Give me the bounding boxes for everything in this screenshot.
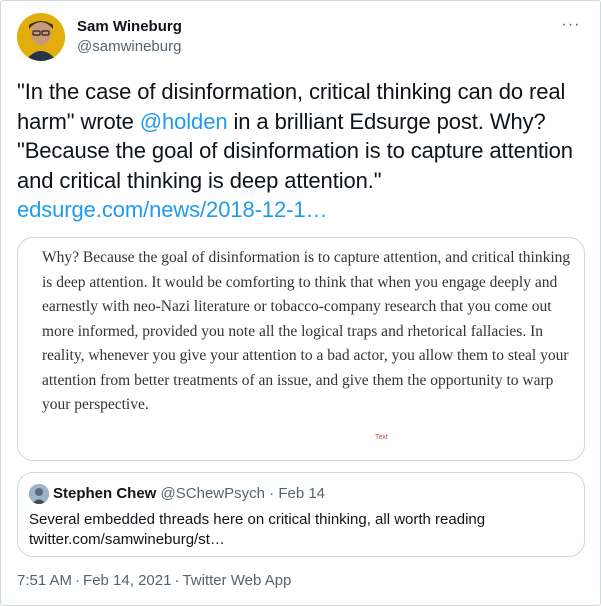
quoted-tweet[interactable]: Stephen Chew @SChewPsych · Feb 14 Severa… bbox=[17, 472, 585, 557]
tweet-card: Sam Wineburg @samwineburg ··· "In the ca… bbox=[0, 0, 601, 606]
author-handle[interactable]: @samwineburg bbox=[77, 37, 182, 57]
quote-body-line-1: Several embedded threads here on critica… bbox=[29, 511, 486, 528]
quote-separator: · bbox=[269, 485, 275, 502]
quote-body: Several embedded threads here on critica… bbox=[29, 510, 569, 550]
quote-header: Stephen Chew @SChewPsych · Feb 14 bbox=[29, 484, 325, 504]
tweet-source[interactable]: Twitter Web App bbox=[182, 572, 291, 589]
quote-author-name: Stephen Chew bbox=[53, 485, 157, 502]
quote-body-line-2: twitter.com/samwineburg/st… bbox=[29, 531, 225, 548]
tweet-header: Sam Wineburg @samwineburg ··· bbox=[17, 13, 585, 63]
tweet-footer: 7:51 AM · Feb 14, 2021 · Twitter Web App bbox=[17, 571, 291, 591]
media-mark: Text bbox=[375, 434, 388, 441]
quote-date: Feb 14 bbox=[278, 485, 326, 502]
quote-avatar bbox=[29, 484, 49, 504]
avatar-photo-icon bbox=[17, 13, 65, 61]
quote-author-handle: @SChewPsych bbox=[160, 485, 265, 502]
author-display-name[interactable]: Sam Wineburg bbox=[77, 17, 182, 37]
author-avatar[interactable] bbox=[17, 13, 65, 61]
more-dots-icon[interactable]: ··· bbox=[559, 15, 583, 35]
footer-separator-2: · bbox=[174, 572, 180, 589]
article-link[interactable]: edsurge.com/news/2018-12-1… bbox=[17, 197, 327, 222]
footer-separator-1: · bbox=[75, 572, 81, 589]
tweet-date[interactable]: Feb 14, 2021 bbox=[83, 572, 171, 589]
tweet-time[interactable]: 7:51 AM bbox=[17, 572, 72, 589]
media-image[interactable]: Why? Because the goal of disinformation … bbox=[17, 237, 585, 461]
author-names: Sam Wineburg @samwineburg bbox=[77, 17, 182, 57]
media-quoted-text: Why? Because the goal of disinformation … bbox=[42, 249, 571, 413]
mention-link[interactable]: @holden bbox=[140, 109, 228, 134]
tweet-text: "In the case of disinformation, critical… bbox=[17, 77, 585, 225]
quote-avatar-icon bbox=[29, 484, 49, 504]
